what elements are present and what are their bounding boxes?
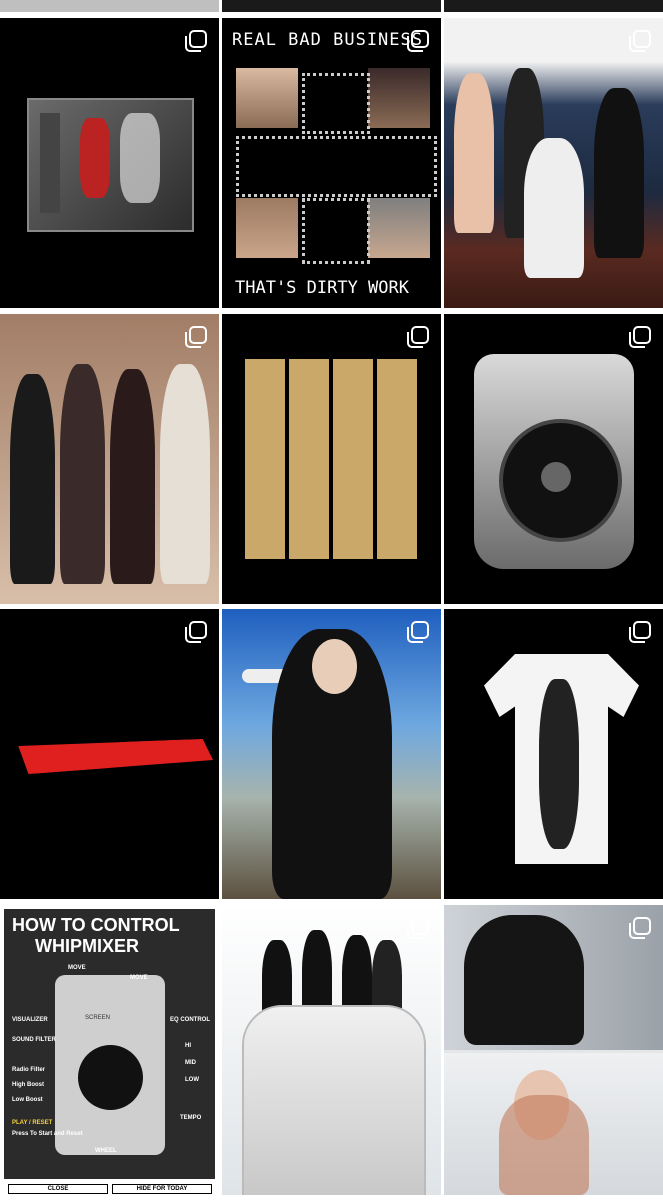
- label-high-boost: High Boost: [12, 1082, 44, 1088]
- post-album-case[interactable]: [0, 18, 219, 308]
- hide-for-today-button[interactable]: HIDE FOR TODAY: [112, 1184, 212, 1194]
- multiple-posts-icon: [407, 917, 429, 939]
- card-title-line2: WHIPMIXER: [35, 936, 140, 956]
- member-1: [454, 73, 494, 233]
- tshirt-print: [539, 679, 579, 849]
- post-dirty-work[interactable]: REAL BAD BUSINESS THAT'S DIRTY WORK: [222, 18, 441, 308]
- label-low-boost: Low Boost: [12, 1097, 43, 1103]
- multiple-posts-icon: [407, 621, 429, 643]
- red-logo-graphic: [18, 739, 213, 774]
- label-wheel: WHEEL: [95, 1148, 117, 1154]
- close-button[interactable]: CLOSE: [8, 1184, 108, 1194]
- label-screen: SCREEN: [85, 1015, 111, 1021]
- post-whipmixer[interactable]: [444, 314, 663, 604]
- gothic-letters-ORK: [236, 136, 437, 197]
- multiple-posts-icon: [185, 30, 207, 52]
- poster-bottom-text: THAT'S DIRTY WORK: [235, 278, 409, 298]
- gothic-letter-K: [302, 198, 370, 264]
- member-4: [594, 88, 644, 258]
- member-bottom-hair: [499, 1095, 589, 1195]
- label-move-left: MOVE: [68, 965, 86, 971]
- label-move-right: MOVE: [130, 975, 148, 981]
- member-4: [160, 364, 210, 584]
- poster-top-text: REAL BAD BUSINESS: [232, 30, 423, 50]
- disc-center: [541, 462, 571, 492]
- gothic-letter-W: [302, 73, 370, 134]
- label-eq-control: EQ CONTROL: [170, 1017, 210, 1023]
- multiple-posts-icon: [185, 326, 207, 348]
- label-press-start: Press To Start and Reset: [12, 1131, 83, 1137]
- label-tempo: TEMPO: [180, 1115, 202, 1121]
- post-member-portraits[interactable]: [444, 905, 663, 1195]
- label-sound-filter: SOUND FILTER: [12, 1037, 56, 1043]
- post-how-to-control[interactable]: HOW TO CONTROL WHIPMIXER MOVE MOVE SCREE…: [0, 905, 219, 1195]
- label-low: LOW: [185, 1077, 199, 1083]
- gold-letter-grid: [245, 359, 420, 559]
- post-white-tshirt[interactable]: [444, 609, 663, 899]
- multiple-posts-icon: [185, 621, 207, 643]
- post-member-outdoor[interactable]: [222, 609, 441, 899]
- multiple-posts-icon: [629, 917, 651, 939]
- previous-row-strip: [0, 0, 663, 13]
- member-3: [110, 369, 155, 584]
- label-visualizer: VISUALIZER: [12, 1017, 48, 1023]
- figure-red: [80, 118, 110, 198]
- post-group-on-device[interactable]: [222, 905, 441, 1195]
- portrait-1: [236, 68, 298, 128]
- label-play-reset: PLAY / RESET: [12, 1120, 53, 1126]
- member-face: [312, 639, 357, 694]
- label-radio-filter: Radio Filter: [12, 1067, 46, 1073]
- post-group-couch[interactable]: [444, 18, 663, 308]
- portrait-2: [368, 68, 430, 128]
- posts-grid: REAL BAD BUSINESS THAT'S DIRTY WORK HOW …: [0, 18, 663, 1200]
- label-hi: HI: [185, 1043, 191, 1049]
- figure-white: [120, 113, 160, 203]
- album-spine: [40, 113, 60, 213]
- prev-tile-left[interactable]: [0, 0, 219, 12]
- card-title-line1: HOW TO CONTROL: [12, 915, 180, 935]
- post-group-standing[interactable]: [0, 314, 219, 604]
- member-1: [10, 374, 55, 584]
- member-2: [60, 364, 105, 584]
- portrait-4: [368, 198, 430, 258]
- label-mid: MID: [185, 1060, 196, 1066]
- member-3: [524, 138, 584, 278]
- device-structure: [242, 1005, 426, 1195]
- multiple-posts-icon: [629, 326, 651, 348]
- post-red-logo[interactable]: [0, 609, 219, 899]
- multiple-posts-icon: [407, 30, 429, 52]
- multiple-posts-icon: [629, 30, 651, 52]
- wheel-diagram: [78, 1045, 143, 1110]
- multiple-posts-icon: [407, 326, 429, 348]
- prev-tile-center[interactable]: [222, 0, 441, 12]
- multiple-posts-icon: [629, 621, 651, 643]
- portrait-3: [236, 198, 298, 258]
- post-gold-lettering[interactable]: [222, 314, 441, 604]
- prev-tile-right[interactable]: [444, 0, 663, 12]
- member-top: [464, 915, 584, 1045]
